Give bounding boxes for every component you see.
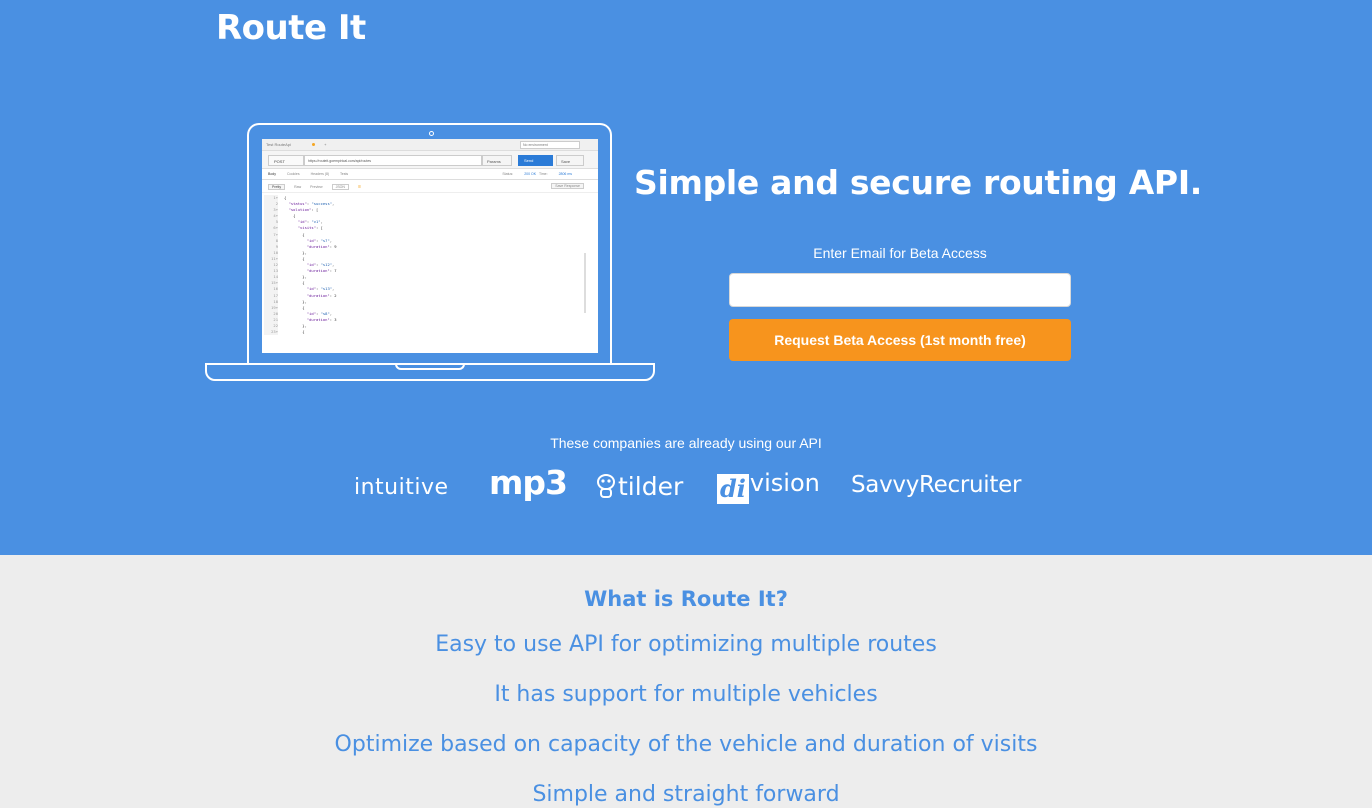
tilder-mascot-icon xyxy=(597,474,615,498)
screen-save-response: Save Response xyxy=(551,183,584,189)
division-mark: di xyxy=(717,474,749,504)
hero-headline: Simple and secure routing API. xyxy=(634,163,1203,202)
logo-savvyrecruiter: SavvyRecruiter xyxy=(851,472,1022,498)
time-label: Time: xyxy=(538,172,548,176)
about-title: What is Route It? xyxy=(584,587,788,611)
code-scrollbar xyxy=(584,253,586,313)
tilder-text: tilder xyxy=(618,472,684,501)
screen-send: Send xyxy=(518,155,553,166)
logo-division: di vision xyxy=(717,469,820,504)
screen-tab-cookies: Cookies xyxy=(286,172,300,176)
screen-params: Params xyxy=(482,155,512,166)
screen-view-toolbar: Pretty Raw Preview JSON ☰ Save Response xyxy=(262,180,598,193)
division-text: vision xyxy=(749,469,820,497)
hero-section: Route It Test RouteApi + No environment … xyxy=(0,0,1372,555)
screen-tab-tests: Tests xyxy=(340,172,349,176)
screen-tab-plus: + xyxy=(324,142,327,147)
wrap-icon: ☰ xyxy=(357,185,362,189)
screen-url-row: POST https://routeit.goempirical.com/api… xyxy=(262,151,598,169)
companies-label: These companies are already using our AP… xyxy=(550,435,822,451)
request-beta-access-button[interactable]: Request Beta Access (1st month free) xyxy=(729,319,1071,361)
brand-logo[interactable]: Route It xyxy=(216,8,366,48)
time-value: 2806 ms xyxy=(558,172,572,176)
screen-tab-title: Test RouteApi xyxy=(266,142,291,147)
status-value: 200 OK xyxy=(524,172,537,176)
laptop-illustration: Test RouteApi + No environment POST http… xyxy=(205,123,655,383)
code-lines: { "status": "success", "solution": [ { "… xyxy=(284,195,337,335)
logo-intuitive: intuitive xyxy=(354,475,449,500)
feature-item: Simple and straight forward xyxy=(532,782,840,807)
feature-item: Optimize based on capacity of the vehicl… xyxy=(334,732,1038,757)
screen-tab-bar: Test RouteApi + No environment xyxy=(262,139,598,151)
email-input[interactable] xyxy=(729,273,1071,307)
screen-response-tabs: Body Cookies Headers (8) Tests Status: 2… xyxy=(262,169,598,180)
screen-save: Save xyxy=(556,155,584,166)
screen-method: POST xyxy=(268,155,304,166)
status-label: Status: xyxy=(502,172,514,176)
screen-json-code: 1▾ 2 3▾ 4▾ 5 6▾ 7▾ 8 9 10 11▾ 12 13 14 15▾ 16 17 18 19▾ 20 2… xyxy=(262,193,598,336)
laptop-screen: Test RouteApi + No environment POST http… xyxy=(262,139,598,353)
laptop-lid: Test RouteApi + No environment POST http… xyxy=(247,123,612,363)
feature-item: It has support for multiple vehicles xyxy=(494,682,878,707)
screen-status: Status: 200 OK Time: 2806 ms xyxy=(502,172,572,176)
unsaved-dot-icon xyxy=(312,143,316,146)
screen-tab-body: Body xyxy=(268,172,276,176)
screen-view-pretty: Pretty xyxy=(268,184,286,190)
feature-item: Easy to use API for optimizing multiple … xyxy=(435,632,937,657)
screen-tab-headers: Headers (8) xyxy=(310,172,330,176)
laptop-notch xyxy=(395,363,465,370)
screen-view-preview: Preview xyxy=(310,185,323,189)
code-gutter: 1▾ 2 3▾ 4▾ 5 6▾ 7▾ 8 9 10 11▾ 12 13 14 15▾ 16 17 18 19▾ 20 2… xyxy=(264,195,278,336)
screen-environment: No environment xyxy=(520,141,580,149)
screen-view-raw: Raw xyxy=(294,185,302,189)
email-label: Enter Email for Beta Access xyxy=(813,245,987,261)
screen-url: https://routeit.goempirical.com/api/rout… xyxy=(304,155,482,166)
laptop-camera xyxy=(429,131,434,136)
logo-tilder: tilder xyxy=(596,472,683,501)
screen-format: JSON xyxy=(331,184,349,190)
logo-mp3: mp3 xyxy=(489,463,568,502)
